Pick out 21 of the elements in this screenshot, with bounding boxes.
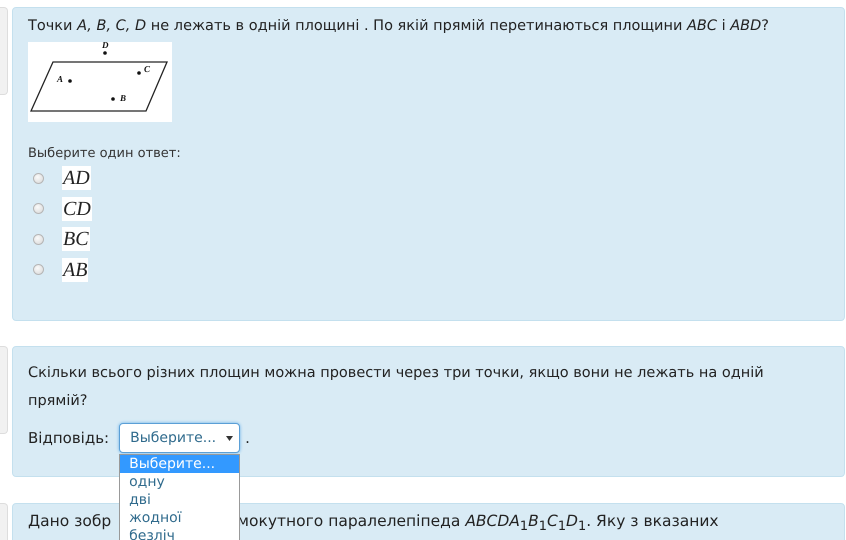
option-label: BC bbox=[62, 227, 90, 252]
answer-label: Відповідь: bbox=[28, 429, 110, 447]
radio-button[interactable] bbox=[33, 172, 44, 184]
option-label: CD bbox=[62, 196, 92, 221]
dropdown-option[interactable]: жодної bbox=[120, 509, 240, 527]
parallelogram-drawing: D A C B bbox=[28, 42, 172, 122]
dropdown-option[interactable]: безліч bbox=[120, 527, 240, 540]
dropdown-option[interactable]: дві bbox=[120, 491, 240, 509]
dropdown-option[interactable]: одну bbox=[120, 473, 240, 491]
question-text: Точки A, B, C, D не лежать в одній площині . По якій прямій перетинаються площини ABC і ABD? bbox=[28, 17, 770, 36]
option-label: AB bbox=[62, 258, 88, 282]
radio-button[interactable] bbox=[33, 203, 44, 214]
answer-suffix: . bbox=[245, 429, 250, 447]
caret-icon bbox=[226, 436, 234, 440]
question-text: Скільки всього різних площин можна провести через три точки, якщо вони не лежать на одній прямій? bbox=[28, 364, 765, 411]
question-text: Дано зобр bbox=[28, 512, 112, 532]
answer-prompt: Выберите один ответ: bbox=[28, 146, 182, 161]
option-label: AD bbox=[62, 166, 91, 190]
radio-button[interactable] bbox=[33, 264, 44, 276]
radio-button[interactable] bbox=[33, 234, 44, 245]
answer-dropdown[interactable]: Выберите... bbox=[119, 423, 240, 453]
